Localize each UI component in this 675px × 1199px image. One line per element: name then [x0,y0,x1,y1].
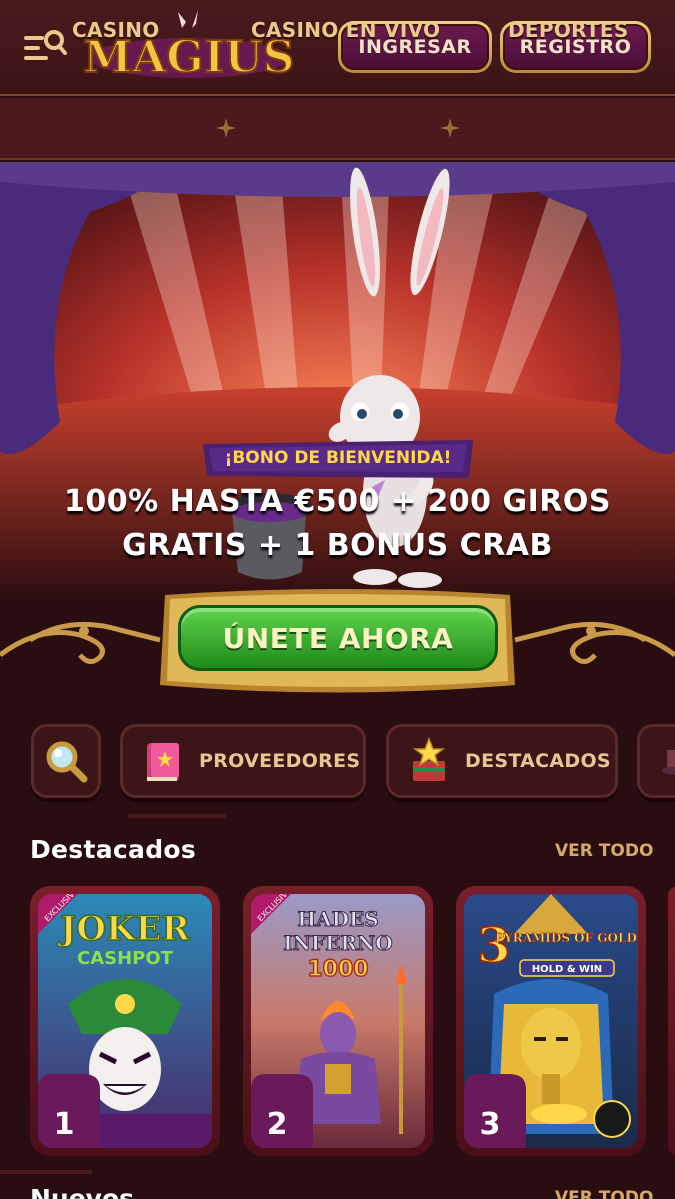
svg-text:3: 3 [477,918,510,974]
providers-label: PROVEEDORES [199,750,361,772]
svg-text:1000: 1000 [307,957,368,982]
see-all-featured-link[interactable]: VER TODO [555,841,653,861]
magnifier-icon [46,741,88,783]
menu-search-icon[interactable] [22,26,68,70]
svg-text:1: 1 [54,1107,75,1142]
divider [128,814,226,818]
bonus-headline-line2: GRATIS + 1 BONUS CRAB [122,528,553,563]
join-now-button[interactable]: ÚNETE AHORA [178,605,498,671]
main-nav [0,98,675,160]
welcome-bonus-text: ¡BONO DE BIENVENIDA! [224,448,452,468]
svg-text:2: 2 [267,1107,288,1142]
section-title-featured: Destacados [30,835,197,864]
sparkle-icon [216,118,236,138]
svg-text:HADES: HADES [297,907,378,931]
section-title-new: Nuevos [30,1184,135,1199]
game-card-partial[interactable] [668,886,675,1156]
game-thumbnail: EXCLUSIVE JOKER CASHPOT 1 [38,894,212,1148]
nav-item-sports[interactable]: DEPORTES [508,18,629,42]
sparkle-icon [440,118,460,138]
svg-text:INFERNO: INFERNO [283,931,392,955]
featured-button[interactable]: DESTACADOS [386,724,618,798]
more-categories-button[interactable] [637,724,675,798]
featured-label: DESTACADOS [465,750,611,772]
svg-text:CASHPOT: CASHPOT [77,948,174,969]
header: MAGIUS INGRESAR REGISTRO [0,0,675,96]
game-thumbnail: 3 PYRAMIDS OF GOLD HOLD & WIN 3 [464,894,638,1148]
join-now-label: ÚNETE AHORA [222,621,454,655]
divider [0,1170,92,1174]
svg-text:JOKER: JOKER [57,909,190,949]
see-all-new-link[interactable]: VER TODO [555,1188,653,1199]
bonus-headline-line1: 100% HASTA €500 + 200 GIROS [64,484,611,519]
search-button[interactable] [31,724,101,798]
nav-item-live-casino[interactable]: CASINO EN VIVO [251,18,440,42]
star-box-icon [412,737,446,781]
game-card-joker-cashpot[interactable]: EXCLUSIVE JOKER CASHPOT 1 [30,886,220,1156]
svg-text:3: 3 [480,1107,501,1142]
welcome-bonus-badge: ¡BONO DE BIENVENIDA! [203,440,473,478]
nav-item-casino[interactable]: CASINO [72,18,160,42]
svg-text:PYRAMIDS OF GOLD: PYRAMIDS OF GOLD [495,931,637,945]
game-thumbnail: EXCLUSIVE HADES INFERNO 1000 2 [251,894,425,1148]
game-card-hades-inferno[interactable]: EXCLUSIVE HADES INFERNO 1000 2 [243,886,433,1156]
page: MAGIUS INGRESAR REGISTRO CASINO CASINO E… [0,0,675,1199]
game-card-pyramids-of-gold[interactable]: 3 PYRAMIDS OF GOLD HOLD & WIN 3 [456,886,646,1156]
providers-button[interactable]: PROVEEDORES [120,724,366,798]
magic-hat-icon [661,749,675,775]
spellbook-icon [147,743,179,781]
svg-text:HOLD & WIN: HOLD & WIN [532,964,602,975]
